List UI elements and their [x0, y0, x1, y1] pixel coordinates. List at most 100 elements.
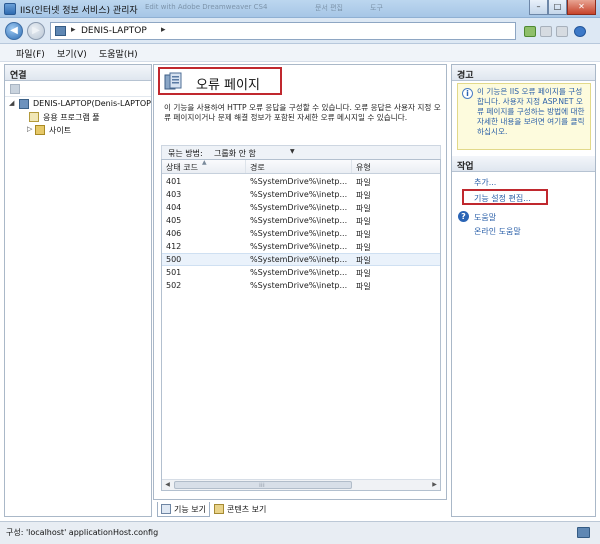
cell-path: %SystemDrive%\inetp... — [250, 229, 348, 238]
cell-status-code: 501 — [166, 268, 182, 277]
help-menu-icon[interactable] — [574, 26, 586, 37]
table-row[interactable]: 403 %SystemDrive%\inetp... 파일 — [162, 188, 440, 201]
actions-pane: 경고 i 이 기능은 IIS 오류 페이지를 구성합니다. 사용자 지정 ASP… — [451, 64, 596, 517]
info-icon: i — [462, 88, 473, 99]
cell-path: %SystemDrive%\inetp... — [250, 281, 348, 290]
connect-icon[interactable] — [10, 84, 20, 94]
tab-label: 콘텐츠 보기 — [227, 505, 267, 514]
stop-icon[interactable] — [540, 26, 552, 37]
status-bar: 구성: 'localhost' applicationHost.config — [0, 521, 600, 544]
alert-box[interactable]: i 이 기능은 IIS 오류 페이지를 구성합니다. 사용자 지정 ASP.NE… — [457, 83, 591, 150]
cell-path: %SystemDrive%\inetp... — [250, 268, 348, 277]
breadcrumb-arrow-icon[interactable]: ▸ — [161, 25, 166, 35]
group-by-bar: 묶는 방법: 그룹화 안 함 ▼ — [161, 145, 441, 159]
menu-view[interactable]: 보기(V) — [57, 47, 87, 60]
close-button[interactable]: ✕ — [567, 0, 596, 15]
collapse-triangle-icon[interactable]: ◢ — [9, 99, 14, 107]
breadcrumb-server[interactable]: DENIS-LAPTOP — [81, 26, 147, 36]
forward-button[interactable]: ▶ — [27, 22, 45, 40]
table-row[interactable]: 501 %SystemDrive%\inetp... 파일 — [162, 266, 440, 279]
table-row[interactable]: 412 %SystemDrive%\inetp... 파일 — [162, 240, 440, 253]
app-pool-icon — [29, 112, 39, 122]
group-by-dropdown[interactable]: 그룹화 안 함 — [214, 148, 256, 159]
scroll-left-icon[interactable]: ◀ — [162, 480, 173, 490]
cell-status-code: 500 — [166, 255, 182, 264]
home-icon[interactable] — [556, 26, 568, 37]
cell-path: %SystemDrive%\inetp... — [250, 255, 348, 264]
cell-path: %SystemDrive%\inetp... — [250, 216, 348, 225]
column-header-label: 유형 — [356, 163, 371, 172]
cell-type: 파일 — [356, 282, 371, 291]
table-horizontal-scrollbar[interactable]: ◀ ⁞⁞⁞ ▶ — [162, 479, 440, 490]
error-pages-icon — [164, 72, 182, 90]
view-tabs: 기능 보기 콘텐츠 보기 — [153, 502, 447, 518]
network-status-icon — [577, 527, 590, 538]
menu-file[interactable]: 파일(F) — [16, 47, 45, 60]
maximize-button[interactable]: □ — [548, 0, 567, 15]
cell-path: %SystemDrive%\inetp... — [250, 203, 348, 212]
server-icon — [19, 99, 29, 109]
cell-status-code: 502 — [166, 281, 182, 290]
cell-type: 파일 — [356, 243, 371, 252]
tree-root-label: DENIS-LAPTOP(Denis-LAPTOP — [33, 99, 151, 108]
table-row[interactable]: 405 %SystemDrive%\inetp... 파일 — [162, 214, 440, 227]
cell-type: 파일 — [356, 217, 371, 226]
grip-icon: ⁞⁞⁞ — [259, 482, 265, 489]
table-row[interactable]: 401 %SystemDrive%\inetp... 파일 — [162, 175, 440, 188]
forward-arrow-icon: ▶ — [32, 25, 40, 36]
column-header-label: 상태 코드 — [166, 163, 198, 172]
window-controls: – □ ✕ — [529, 0, 597, 15]
cell-status-code: 404 — [166, 203, 182, 212]
folder-icon — [35, 125, 45, 135]
back-button[interactable]: ◀ — [5, 22, 23, 40]
dropdown-arrow-icon[interactable]: ▼ — [290, 148, 295, 155]
address-path-box[interactable]: ▸ DENIS-LAPTOP ▸ — [50, 22, 516, 40]
table-row-selected[interactable]: 500 %SystemDrive%\inetp... 파일 — [162, 253, 440, 266]
column-header-status-code[interactable]: 상태 코드 ▲ — [162, 159, 246, 173]
table-row[interactable]: 502 %SystemDrive%\inetp... 파일 — [162, 279, 440, 292]
tree-item-label: 응용 프로그램 풀 — [43, 113, 100, 122]
cell-status-code: 412 — [166, 242, 182, 251]
cell-path: %SystemDrive%\inetp... — [250, 177, 348, 186]
back-arrow-icon: ◀ — [10, 25, 18, 36]
help-icon: ? — [458, 211, 469, 222]
cell-type: 파일 — [356, 204, 371, 213]
page-title: 오류 페이지 — [196, 78, 260, 93]
cell-type: 파일 — [356, 230, 371, 239]
cell-status-code: 401 — [166, 177, 182, 186]
refresh-icon[interactable] — [524, 26, 536, 37]
column-header-type[interactable]: 유형 — [352, 160, 442, 173]
actions-title: 작업 — [452, 156, 595, 172]
action-edit-feature-settings[interactable]: 기능 설정 편집... — [474, 193, 531, 204]
scrollbar-thumb[interactable]: ⁞⁞⁞ — [174, 481, 352, 489]
window-title: IIS(인터넷 정보 서비스) 관리자 — [20, 6, 138, 16]
page-description: 이 기능을 사용하여 HTTP 오류 응답을 구성할 수 있습니다. 오류 응답… — [164, 103, 441, 122]
action-help[interactable]: 도움말 — [474, 212, 496, 223]
background-tab: 문서 편집 — [315, 4, 343, 12]
cell-type: 파일 — [356, 256, 371, 265]
sort-ascending-icon: ▲ — [202, 159, 207, 166]
iis-app-icon — [4, 3, 16, 15]
tab-content-view[interactable]: 콘텐츠 보기 — [211, 502, 269, 517]
column-header-path[interactable]: 경로 — [246, 160, 352, 173]
minimize-button[interactable]: – — [529, 0, 548, 15]
menu-help[interactable]: 도움말(H) — [99, 47, 138, 60]
feature-pane: 오류 페이지 이 기능을 사용하여 HTTP 오류 응답을 구성할 수 있습니다… — [153, 64, 447, 500]
expand-triangle-icon[interactable]: ▷ — [27, 125, 32, 133]
tab-label: 기능 보기 — [174, 505, 206, 514]
connections-toolbar — [5, 81, 151, 97]
alert-text[interactable]: 이 기능은 IIS 오류 페이지를 구성합니다. 사용자 지정 ASP.NET … — [477, 87, 589, 137]
table-row[interactable]: 404 %SystemDrive%\inetp... 파일 — [162, 201, 440, 214]
page-title-highlight: 오류 페이지 — [158, 67, 282, 95]
background-tab: Edit with Adobe Dreamweaver CS4 — [145, 3, 268, 11]
table-row[interactable]: 406 %SystemDrive%\inetp... 파일 — [162, 227, 440, 240]
features-view-icon — [161, 504, 171, 514]
tab-features-view[interactable]: 기능 보기 — [157, 502, 210, 517]
window-title-bar: IIS(인터넷 정보 서비스) 관리자 Edit with Adobe Drea… — [0, 0, 600, 18]
alerts-title: 경고 — [452, 65, 595, 81]
action-add[interactable]: 추가... — [474, 177, 496, 188]
tree-item-label: 사이트 — [49, 126, 72, 135]
scroll-right-icon[interactable]: ▶ — [429, 480, 440, 490]
action-online-help[interactable]: 온라인 도움말 — [474, 226, 521, 237]
server-icon — [55, 26, 66, 36]
